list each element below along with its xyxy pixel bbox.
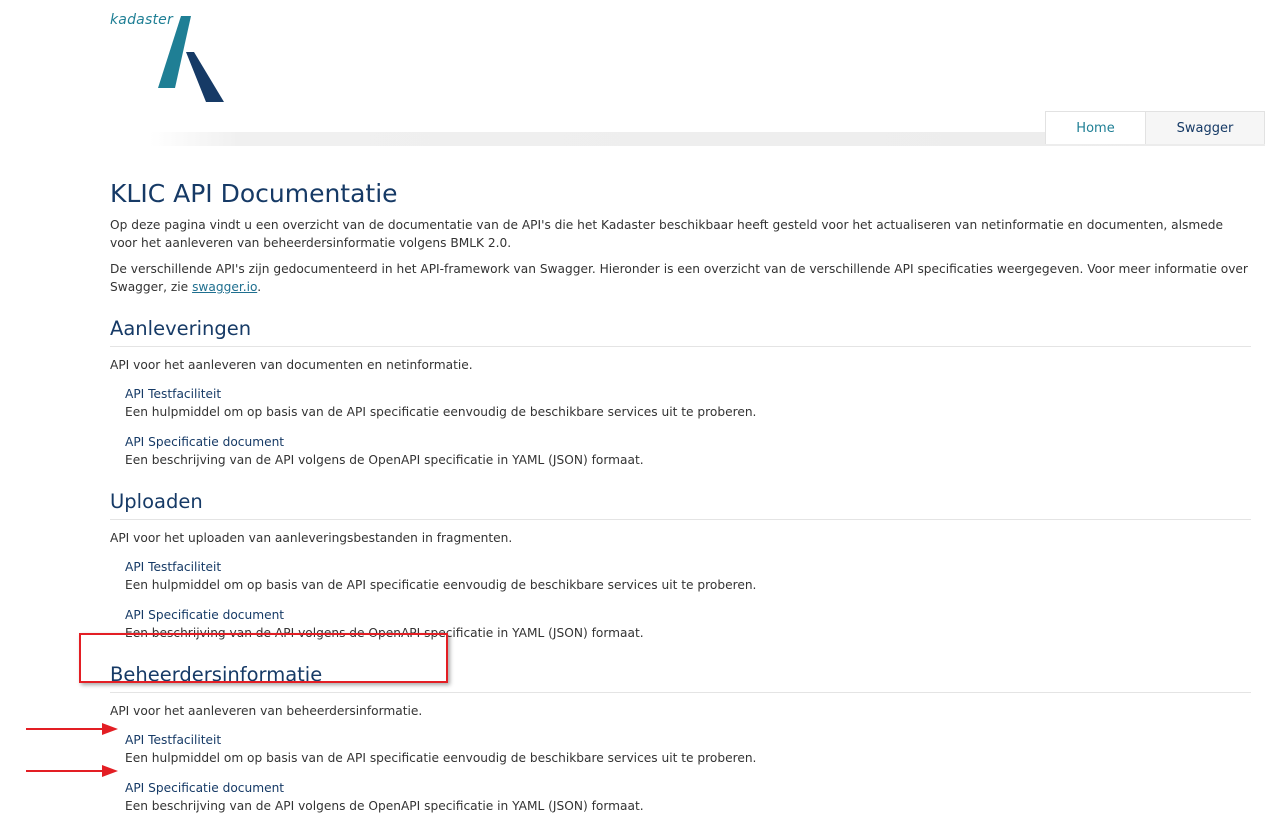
red-arrow-icon (26, 765, 118, 777)
section-description: API voor het uploaden van aanleveringsbe… (110, 531, 513, 545)
highlight-box (79, 633, 448, 683)
main-nav: Home Swagger (1045, 111, 1265, 144)
tab-home[interactable]: Home (1045, 111, 1145, 144)
api-item-description: Een beschrijving van de API volgens de O… (125, 799, 644, 813)
section-aanleveringen: Aanleveringen API voor het aanleveren va… (110, 316, 1251, 469)
kadaster-k-mark-icon (158, 16, 224, 102)
section-title: Uploaden (110, 489, 1251, 520)
section-beheerdersinformatie: Beheerdersinformatie API voor het aanlev… (110, 662, 1251, 815)
api-item: API Specificatie document Een beschrijvi… (125, 779, 1251, 815)
api-item: API Testfaciliteit Een hulpmiddel om op … (125, 731, 1251, 767)
main-content: KLIC API Documentatie Op deze pagina vin… (110, 178, 1251, 815)
api-item: API Testfaciliteit Een hulpmiddel om op … (125, 558, 1251, 594)
section-description: API voor het aanleveren van beheerdersin… (110, 704, 423, 718)
api-specificatie-link[interactable]: API Specificatie document (125, 608, 284, 622)
intro-2-end: . (257, 280, 262, 294)
intro-paragraph-2: De verschillende API's zijn gedocumentee… (110, 260, 1251, 296)
intro-2-text: De verschillende API's zijn gedocumentee… (110, 262, 1248, 294)
api-item-description: Een beschrijving van de API volgens de O… (125, 453, 644, 467)
api-item: API Specificatie document Een beschrijvi… (125, 433, 1251, 469)
section-uploaden: Uploaden API voor het uploaden van aanle… (110, 489, 1251, 642)
api-testfaciliteit-link[interactable]: API Testfaciliteit (125, 387, 221, 401)
api-item: API Testfaciliteit Een hulpmiddel om op … (125, 385, 1251, 421)
section-title: Aanleveringen (110, 316, 1251, 347)
api-item-description: Een hulpmiddel om op basis van de API sp… (125, 578, 757, 592)
api-testfaciliteit-link[interactable]: API Testfaciliteit (125, 733, 221, 747)
api-specificatie-link[interactable]: API Specificatie document (125, 781, 284, 795)
tab-swagger[interactable]: Swagger (1145, 111, 1265, 144)
tab-home-label: Home (1076, 120, 1115, 136)
page-title: KLIC API Documentatie (110, 179, 398, 208)
intro-paragraph-1: Op deze pagina vindt u een overzicht van… (110, 218, 1223, 250)
api-item-description: Een hulpmiddel om op basis van de API sp… (125, 751, 757, 765)
swagger-io-link[interactable]: swagger.io (192, 280, 257, 294)
api-specificatie-link[interactable]: API Specificatie document (125, 435, 284, 449)
api-testfaciliteit-link[interactable]: API Testfaciliteit (125, 560, 221, 574)
tab-swagger-label: Swagger (1176, 120, 1234, 136)
api-item-description: Een hulpmiddel om op basis van de API sp… (125, 405, 757, 419)
red-arrow-icon (26, 723, 118, 735)
section-description: API voor het aanleveren van documenten e… (110, 358, 473, 372)
kadaster-logo[interactable]: kadaster (110, 12, 230, 104)
